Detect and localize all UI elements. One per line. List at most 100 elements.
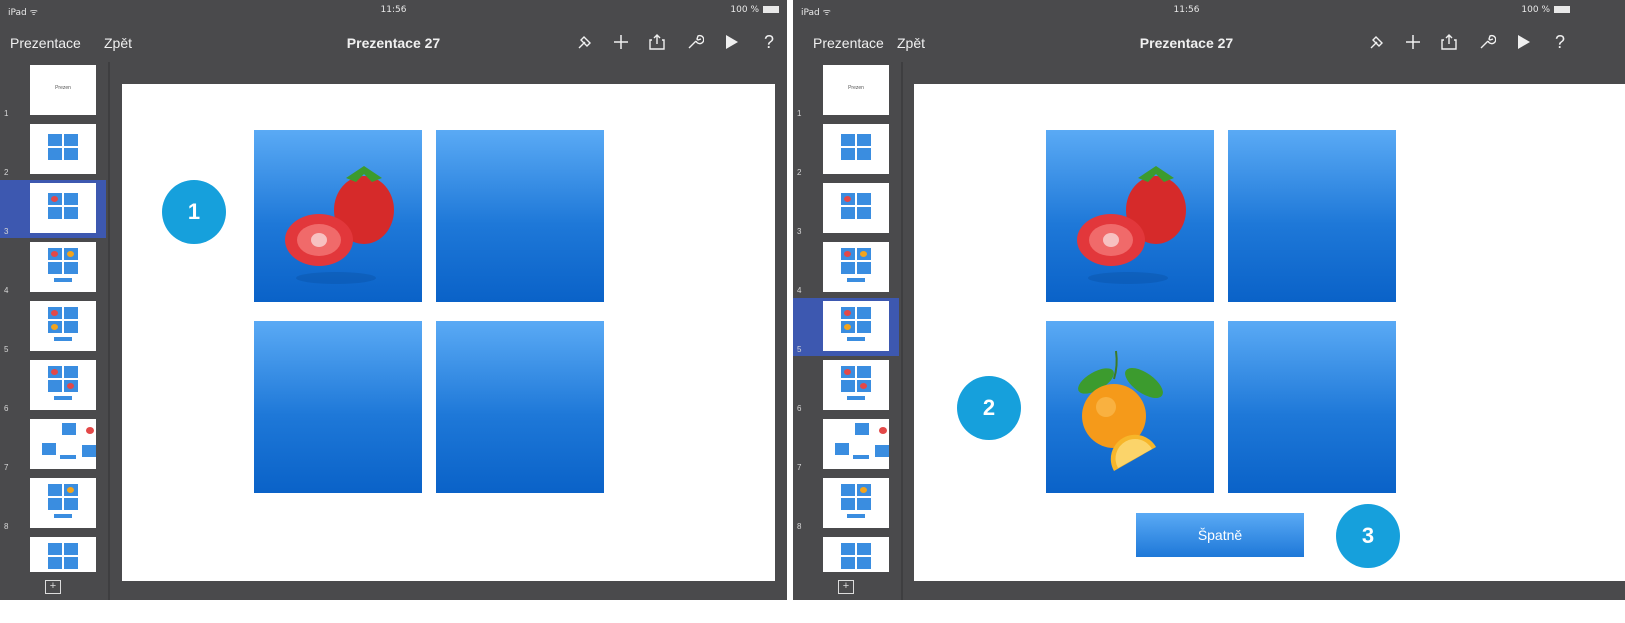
toolbar: Prezentace Zpět Prezentace 27 ?: [0, 22, 787, 62]
help-icon[interactable]: ?: [757, 30, 781, 54]
slide-preview: [823, 183, 889, 233]
memory-card[interactable]: [254, 321, 422, 493]
play-icon[interactable]: [719, 30, 743, 54]
slide-number: 3: [797, 227, 802, 236]
step-badge: 2: [957, 376, 1021, 440]
slide-thumbnail[interactable]: 7: [793, 416, 899, 474]
slide-preview: [30, 301, 96, 351]
clock: 11:56: [1173, 5, 1200, 15]
slide-number: 8: [4, 522, 9, 531]
slide-thumbnail[interactable]: Prezen 1: [793, 62, 899, 120]
help-icon[interactable]: ?: [1548, 30, 1572, 54]
orange-icon: [1078, 350, 1163, 471]
share-icon[interactable]: [1437, 30, 1461, 54]
plus-icon[interactable]: [609, 30, 633, 54]
slide-number: 1: [797, 109, 802, 118]
slide-thumbnail[interactable]: 8: [793, 475, 899, 533]
plus-icon[interactable]: [1401, 30, 1425, 54]
slide-thumbnail[interactable]: 8: [0, 475, 106, 533]
slide-preview: [823, 537, 889, 572]
slide-thumbnail[interactable]: 7: [0, 416, 106, 474]
slide-thumbnail[interactable]: 3: [793, 180, 899, 238]
battery-indicator: 100 %: [730, 5, 779, 15]
step-badge: 1: [162, 180, 226, 244]
strawberry-icon: [285, 166, 394, 284]
battery-icon: [1554, 6, 1570, 13]
slide-preview: [30, 360, 96, 410]
memory-card[interactable]: [1228, 321, 1396, 493]
memory-card[interactable]: [1046, 130, 1214, 302]
clock: 11:56: [380, 5, 407, 15]
memory-card[interactable]: [436, 321, 604, 493]
slide-canvas[interactable]: [122, 84, 775, 581]
slide-number: 6: [4, 404, 9, 413]
slide-thumbnail[interactable]: 6: [793, 357, 899, 415]
slide-number: 1: [4, 109, 9, 118]
add-slide-icon[interactable]: +: [45, 580, 61, 594]
battery-icon: [763, 6, 779, 13]
slide-number: 5: [4, 345, 9, 354]
slide-thumbnail[interactable]: 2: [0, 121, 106, 179]
slide-thumbnail[interactable]: 4: [0, 239, 106, 297]
strawberry-icon: [1077, 166, 1186, 284]
share-icon[interactable]: [645, 30, 669, 54]
status-bar: iPad ᯤ 11:56 100 %: [793, 0, 1625, 20]
slide-canvas[interactable]: Špatně: [914, 84, 1625, 581]
slide-preview: [823, 301, 889, 351]
slide-preview: [30, 183, 96, 233]
slide-thumbnail-selected[interactable]: 5: [793, 298, 899, 356]
slide-number: 2: [797, 168, 802, 177]
wrench-icon[interactable]: [1475, 30, 1499, 54]
wrench-icon[interactable]: [683, 30, 707, 54]
slide-number: 4: [4, 286, 9, 295]
slide-title-text: Prezen: [848, 85, 864, 91]
memory-card[interactable]: [436, 130, 604, 302]
slide-number: 7: [797, 463, 802, 472]
slide-preview: [30, 537, 96, 572]
memory-card[interactable]: [254, 130, 422, 302]
slide-preview: [30, 242, 96, 292]
slide-thumbnail[interactable]: 6: [0, 357, 106, 415]
status-bar: iPad ᯤ 11:56 100 %: [0, 0, 787, 20]
battery-percent: 100 %: [730, 5, 759, 15]
brush-icon[interactable]: [1365, 30, 1389, 54]
slide-number: 8: [797, 522, 802, 531]
ipad-screen-right: iPad ᯤ 11:56 100 % Prezentace Zpět Preze…: [793, 0, 1625, 600]
slide-number: 6: [797, 404, 802, 413]
add-slide-icon[interactable]: +: [838, 580, 854, 594]
slide-preview: [823, 242, 889, 292]
play-icon[interactable]: [1511, 30, 1535, 54]
slide-thumbnail[interactable]: 4: [793, 239, 899, 297]
memory-card[interactable]: [1228, 130, 1396, 302]
battery-percent: 100 %: [1521, 5, 1550, 15]
slide-thumbnail[interactable]: [0, 534, 106, 572]
slide-preview: Prezen: [30, 65, 96, 115]
slide-number: 5: [797, 345, 802, 354]
slide-thumbnail[interactable]: 2: [793, 121, 899, 179]
slide-navigator: Prezen 1 2 3 4 5 6 7 8 +: [793, 62, 899, 600]
slide-preview: Prezen: [823, 65, 889, 115]
slide-preview: [30, 124, 96, 174]
slide-navigator: Prezen 1 2 3 4 5 6 7 8 +: [0, 62, 106, 600]
toolbar: Prezentace Zpět Prezentace 27 ?: [793, 22, 1625, 62]
ipad-screen-left: iPad ᯤ 11:56 100 % Prezentace Zpět Preze…: [0, 0, 787, 600]
slide-preview: [30, 478, 96, 528]
slide-number: 2: [4, 168, 9, 177]
brush-icon[interactable]: [573, 30, 597, 54]
wrong-answer-button[interactable]: Špatně: [1136, 513, 1304, 557]
slide-number: 3: [4, 227, 9, 236]
slide-number: 4: [797, 286, 802, 295]
slide-preview: [823, 360, 889, 410]
slide-preview: [30, 419, 96, 469]
battery-indicator: 100 %: [1521, 5, 1570, 15]
slide-preview: [823, 478, 889, 528]
memory-card[interactable]: [1046, 321, 1214, 493]
slide-thumbnail[interactable]: 5: [0, 298, 106, 356]
slide-thumbnail[interactable]: Prezen 1: [0, 62, 106, 120]
document-title: Prezentace 27: [1139, 35, 1234, 51]
slide-thumbnail-selected[interactable]: 3: [0, 180, 106, 238]
sidebar-divider: [901, 62, 903, 600]
sidebar-divider: [108, 62, 110, 600]
slide-number: 7: [4, 463, 9, 472]
slide-thumbnail[interactable]: [793, 534, 899, 572]
